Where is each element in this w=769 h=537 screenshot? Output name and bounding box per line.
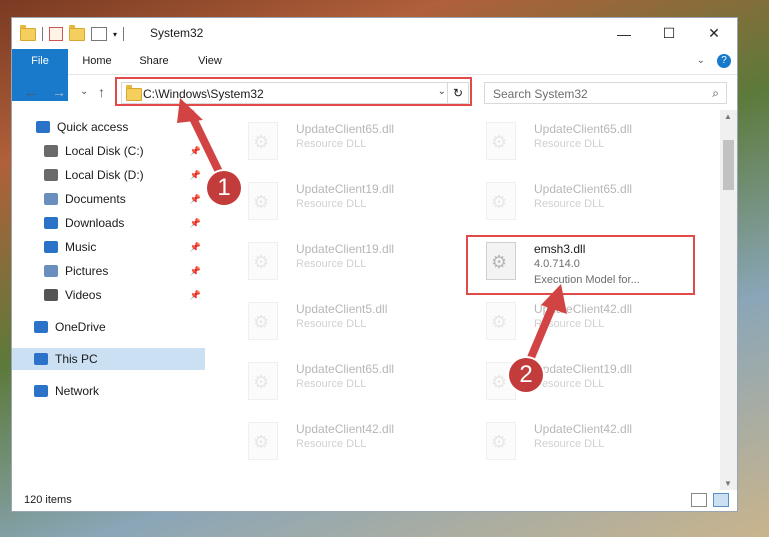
- arrow-head-1: [177, 98, 203, 123]
- badge-2: 2: [509, 358, 543, 392]
- badge-1: 1: [207, 171, 241, 205]
- arrow-head-2: [541, 284, 567, 314]
- annotation-arrows: [177, 98, 567, 362]
- arrow-line-1: [186, 110, 226, 180]
